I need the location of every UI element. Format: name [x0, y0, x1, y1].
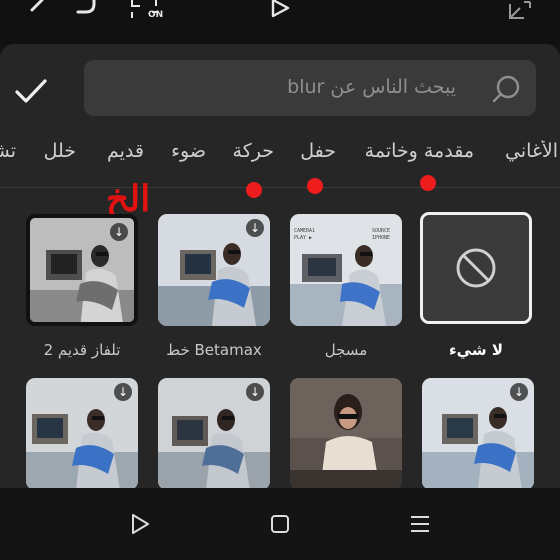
- recents-lines-icon[interactable]: [408, 512, 432, 536]
- tab-retro[interactable]: قديم: [107, 140, 144, 162]
- annotation-dot: [420, 175, 436, 191]
- effect-tile[interactable]: ↓: [158, 378, 270, 490]
- search-placeholder: يبحث الناس عن blur: [287, 76, 456, 98]
- svg-text:SOURCE: SOURCE: [372, 228, 390, 234]
- effect-label: لا شيء: [449, 341, 503, 359]
- category-tabs: الأغاني مقدمة وخاتمة حفل حركة ضوء قديم خ…: [0, 140, 560, 170]
- top-bar: ON: [0, 0, 560, 44]
- download-icon[interactable]: ↓: [114, 383, 132, 401]
- tab-glitch[interactable]: خلل: [44, 140, 76, 162]
- crop-toggle-icon[interactable]: ON: [128, 0, 168, 26]
- effect-tile-betamax[interactable]: ↓: [158, 214, 270, 326]
- system-nav-bar: [0, 488, 560, 560]
- no-effect-icon: [456, 248, 496, 288]
- effect-tile-old-tv-2[interactable]: ↓: [26, 214, 138, 326]
- tab-intro-outro[interactable]: مقدمة وخاتمة: [365, 140, 474, 162]
- effect-tile[interactable]: [290, 378, 402, 490]
- tab-songs[interactable]: الأغاني: [505, 140, 558, 162]
- undo-icon[interactable]: [72, 0, 102, 24]
- download-icon[interactable]: ↓: [510, 383, 528, 401]
- fullscreen-icon[interactable]: [508, 0, 534, 22]
- checkmark-icon[interactable]: [14, 74, 48, 108]
- annotation-dot: [307, 178, 323, 194]
- effect-label: تلفاز قديم 2: [43, 341, 121, 359]
- back-triangle-icon[interactable]: [128, 512, 152, 536]
- annotation-dot: [246, 182, 262, 198]
- toggle-label: ON: [148, 10, 164, 20]
- svg-text:CAMERA1: CAMERA1: [294, 228, 315, 234]
- download-icon[interactable]: ↓: [246, 219, 264, 237]
- svg-text:IPHONE: IPHONE: [372, 235, 390, 241]
- tab-distortion[interactable]: تشو: [0, 140, 16, 162]
- play-icon[interactable]: [270, 0, 294, 20]
- effect-label: Betamax خط: [166, 341, 262, 359]
- download-icon[interactable]: ↓: [110, 223, 128, 241]
- effect-tile-none[interactable]: [420, 212, 532, 324]
- download-icon[interactable]: ↓: [246, 383, 264, 401]
- effect-tile-recorder[interactable]: CAMERA1 PLAY ▶ SOURCE IPHONE: [290, 214, 402, 326]
- tab-motion[interactable]: حركة: [233, 140, 274, 162]
- search-icon[interactable]: [492, 74, 522, 104]
- effect-tile[interactable]: ↓: [26, 378, 138, 490]
- home-square-icon[interactable]: [268, 512, 292, 536]
- effect-tile[interactable]: ↓: [422, 378, 534, 490]
- svg-text:PLAY ▶: PLAY ▶: [294, 235, 312, 241]
- tab-party[interactable]: حفل: [300, 140, 336, 162]
- effect-label: مسجل: [324, 341, 368, 359]
- search-bar[interactable]: يبحث الناس عن blur: [84, 60, 536, 116]
- tabs-divider: [0, 187, 560, 188]
- effect-preview-image: [290, 378, 402, 490]
- tab-light[interactable]: ضوء: [171, 140, 206, 162]
- back-arrow-icon[interactable]: [22, 0, 62, 24]
- effect-preview-image: CAMERA1 PLAY ▶ SOURCE IPHONE: [290, 214, 402, 326]
